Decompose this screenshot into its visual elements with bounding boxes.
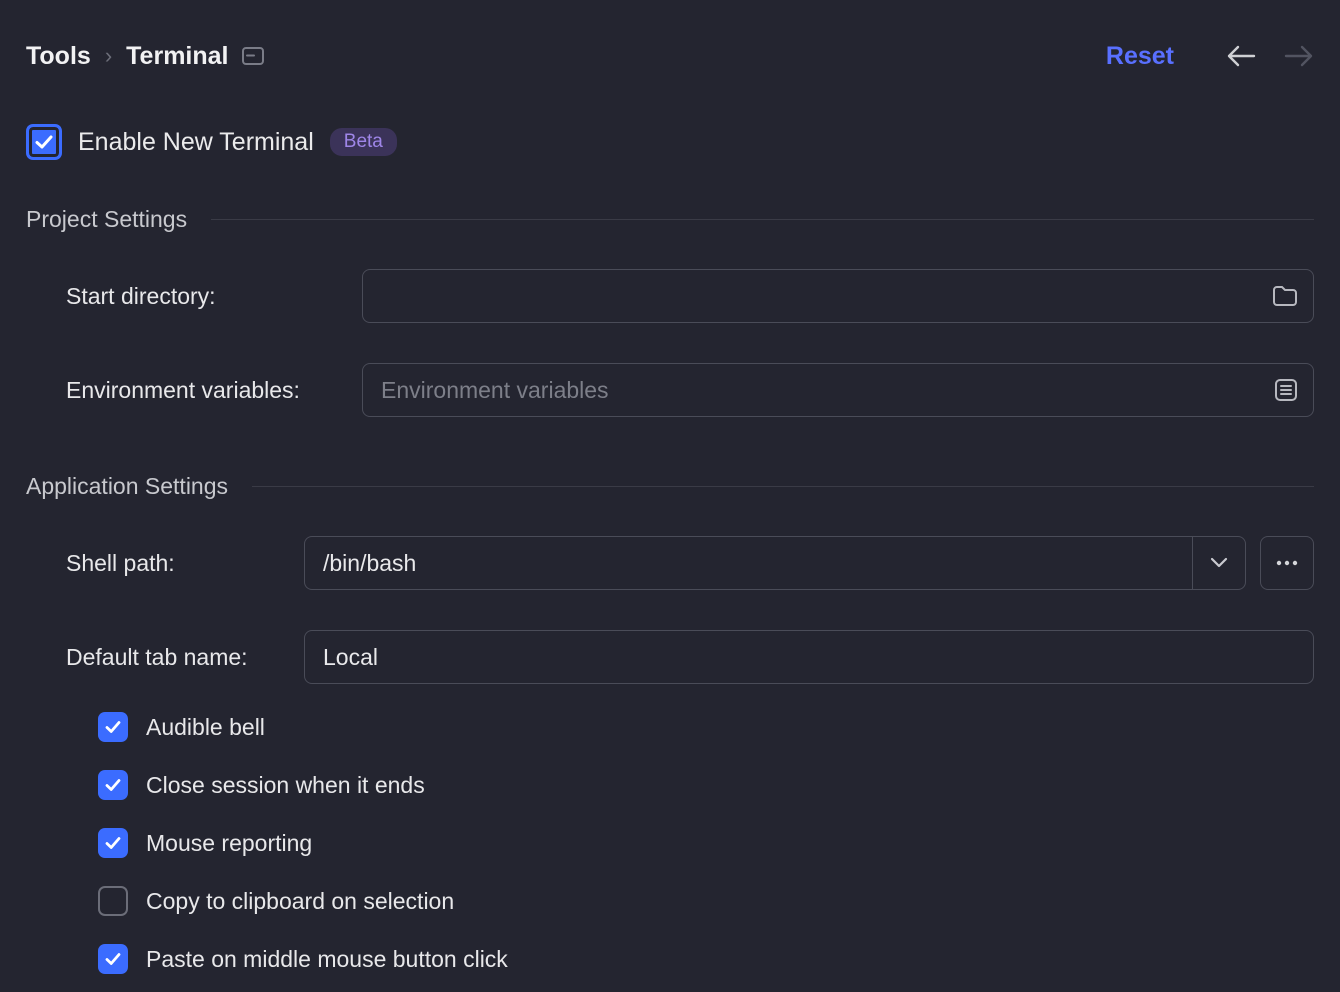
back-button[interactable]: [1226, 45, 1256, 67]
checkbox[interactable]: [98, 944, 128, 974]
environment-variables-label: Environment variables:: [26, 377, 362, 404]
checkbox-label: Close session when it ends: [146, 772, 425, 799]
checkbox-row: Close session when it ends: [98, 770, 1314, 800]
enable-new-terminal-checkbox[interactable]: [26, 124, 62, 160]
reset-button[interactable]: Reset: [1106, 42, 1174, 71]
header-bar: Tools › Terminal Reset: [26, 28, 1314, 84]
project-settings-title: Project Settings: [26, 206, 187, 233]
checkbox[interactable]: [98, 712, 128, 742]
divider: [211, 219, 1314, 220]
checkbox[interactable]: [98, 828, 128, 858]
checkbox-label: Copy to clipboard on selection: [146, 888, 454, 915]
environment-variables-input[interactable]: [362, 363, 1314, 417]
shell-path-browse-button[interactable]: [1260, 536, 1314, 590]
checkbox-row: Audible bell: [98, 712, 1314, 742]
breadcrumb: Tools › Terminal: [26, 42, 264, 71]
forward-button[interactable]: [1284, 45, 1314, 67]
application-settings-title: Application Settings: [26, 473, 228, 500]
list-icon[interactable]: [1274, 378, 1298, 402]
breadcrumb-leaf: Terminal: [126, 42, 228, 71]
checkbox-row: Paste on middle mouse button click: [98, 944, 1314, 974]
start-directory-input[interactable]: [362, 269, 1314, 323]
enable-new-terminal-label: Enable New Terminal: [78, 128, 314, 157]
divider: [252, 486, 1314, 487]
default-tab-name-input[interactable]: [304, 630, 1314, 684]
checkbox-label: Paste on middle mouse button click: [146, 946, 508, 973]
shell-path-input[interactable]: [304, 536, 1192, 590]
checkbox-label: Audible bell: [146, 714, 265, 741]
start-directory-label: Start directory:: [26, 283, 362, 310]
checkbox[interactable]: [98, 886, 128, 916]
checkbox[interactable]: [98, 770, 128, 800]
shell-path-dropdown[interactable]: [1192, 536, 1246, 590]
default-tab-name-label: Default tab name:: [26, 644, 304, 671]
checkbox-row: Copy to clipboard on selection: [98, 886, 1314, 916]
folder-icon[interactable]: [1272, 285, 1298, 307]
chevron-right-icon: ›: [105, 43, 112, 69]
checkbox-label: Mouse reporting: [146, 830, 312, 857]
beta-badge: Beta: [330, 128, 397, 156]
shell-path-label: Shell path:: [26, 550, 304, 577]
checkbox-row: Mouse reporting: [98, 828, 1314, 858]
window-icon[interactable]: [242, 47, 264, 65]
breadcrumb-root[interactable]: Tools: [26, 42, 91, 71]
